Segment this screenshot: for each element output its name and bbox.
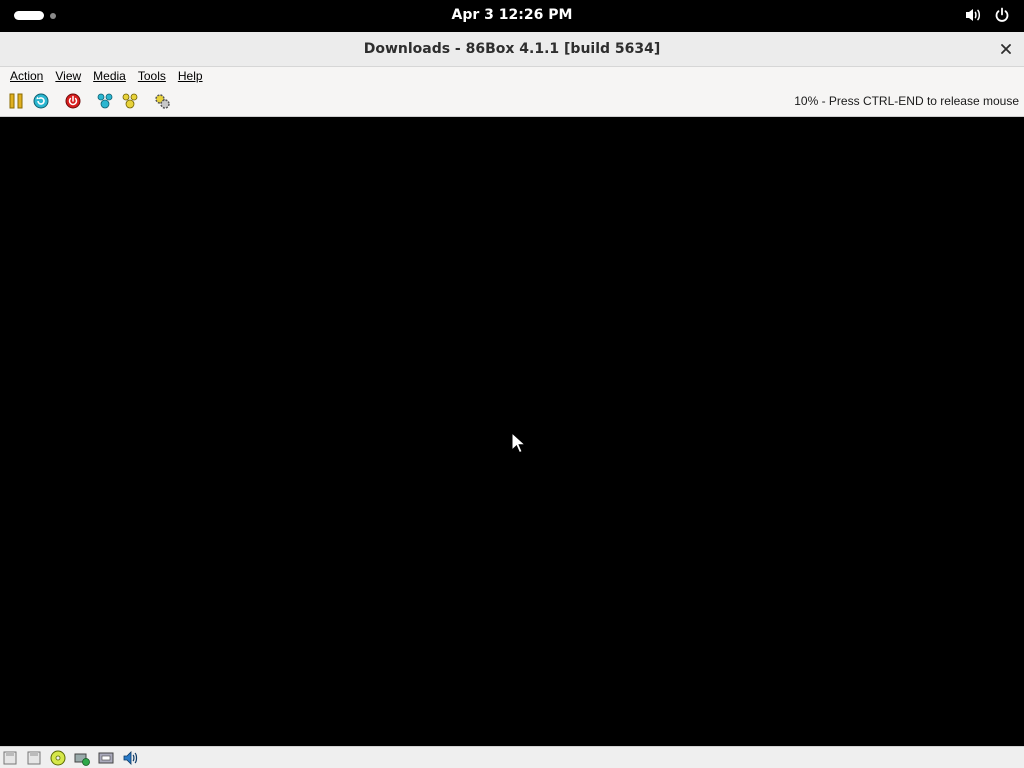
close-icon xyxy=(1001,44,1011,54)
menu-tools[interactable]: Tools xyxy=(132,68,172,85)
settings-button[interactable] xyxy=(153,92,171,110)
settings-icon xyxy=(155,94,170,109)
mouse-capture-status: 10% - Press CTRL-END to release mouse xyxy=(794,94,1019,108)
volume-icon[interactable] xyxy=(964,7,982,23)
clock-container: Apr 3 12:26 PM xyxy=(0,7,1024,23)
activities-indicator[interactable] xyxy=(14,11,56,20)
workspace-active-pill xyxy=(14,11,44,20)
floppy-drive-2-icon xyxy=(27,751,41,765)
power-off-icon xyxy=(65,93,81,109)
menu-action[interactable]: Action xyxy=(4,68,49,85)
menu-media[interactable]: Media xyxy=(87,68,132,85)
pause-icon xyxy=(9,93,23,109)
cdrom-drive[interactable] xyxy=(50,750,66,766)
power-off-button[interactable] xyxy=(64,92,82,110)
workspace-dot xyxy=(50,12,56,19)
floppy-drive-1[interactable] xyxy=(2,750,18,766)
pause-button[interactable] xyxy=(7,92,25,110)
clock[interactable]: Apr 3 12:26 PM xyxy=(452,7,573,23)
floppy-drive-2[interactable] xyxy=(26,750,42,766)
floppy-drive-1-icon xyxy=(3,751,17,765)
window-title: Downloads - 86Box 4.1.1 [build 5634] xyxy=(363,41,661,57)
system-tray[interactable] xyxy=(964,7,1010,23)
menu-bar: Action View Media Tools Help xyxy=(0,67,1024,86)
ctrl-alt-esc-button[interactable] xyxy=(121,92,139,110)
reset-button[interactable] xyxy=(32,92,50,110)
network-adapter[interactable] xyxy=(98,750,114,766)
reset-icon xyxy=(33,93,49,109)
hard-disk[interactable] xyxy=(74,750,90,766)
menu-help[interactable]: Help xyxy=(172,68,209,85)
sound-icon xyxy=(123,751,138,765)
emulator-display[interactable] xyxy=(0,118,1024,746)
cdrom-icon xyxy=(50,750,66,766)
system-top-bar: Apr 3 12:26 PM xyxy=(0,0,1024,32)
window-titlebar[interactable]: Downloads - 86Box 4.1.1 [build 5634] xyxy=(0,32,1024,67)
ctrl-alt-del-icon xyxy=(97,93,113,109)
menu-view[interactable]: View xyxy=(49,68,87,85)
hard-disk-icon xyxy=(74,753,90,766)
close-button[interactable] xyxy=(996,39,1016,59)
power-icon[interactable] xyxy=(994,7,1010,23)
network-icon xyxy=(98,752,114,764)
ctrl-alt-del-button[interactable] xyxy=(96,92,114,110)
mouse-pointer-icon xyxy=(511,432,527,454)
sound-card[interactable] xyxy=(122,750,138,766)
ctrl-alt-esc-icon xyxy=(122,93,138,109)
status-bar xyxy=(0,746,1024,768)
toolbar: 10% - Press CTRL-END to release mouse xyxy=(0,86,1024,117)
